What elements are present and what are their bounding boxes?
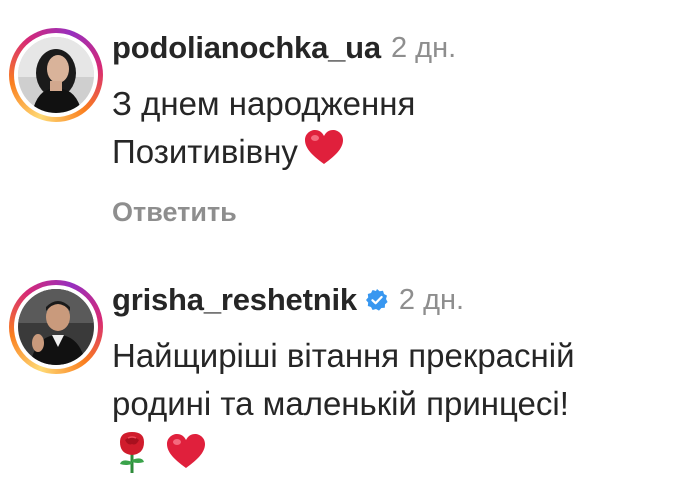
avatar[interactable] (18, 289, 94, 365)
comment-text-line: З днем народження (112, 85, 416, 122)
red-heart-icon (166, 434, 206, 475)
comment-time: 2 дн. (398, 283, 465, 316)
avatar-story-ring[interactable] (9, 280, 103, 374)
comment-text: З днем народження Позитивівну (112, 80, 700, 179)
comment-username[interactable]: grisha_reshetnik (112, 282, 357, 318)
comment-username[interactable]: podolianochka_ua (112, 30, 381, 66)
comment-emoji-row (112, 430, 700, 479)
comment-text: Найщиріші вітання прекрасній родині та м… (112, 332, 700, 428)
verified-badge-icon (365, 288, 389, 312)
comment-text-line: Найщиріші вітання прекрасній (112, 337, 575, 374)
avatar[interactable] (18, 37, 94, 113)
comment-text-line: Позитивівну (112, 133, 298, 170)
rose-icon (112, 430, 152, 479)
red-heart-icon (304, 129, 344, 179)
comment-time: 2 дн. (390, 31, 457, 64)
avatar-story-ring[interactable] (9, 28, 103, 122)
comment-text-line: родині та маленькій принцесі! (112, 385, 569, 422)
reply-button[interactable]: Ответить (112, 197, 237, 228)
